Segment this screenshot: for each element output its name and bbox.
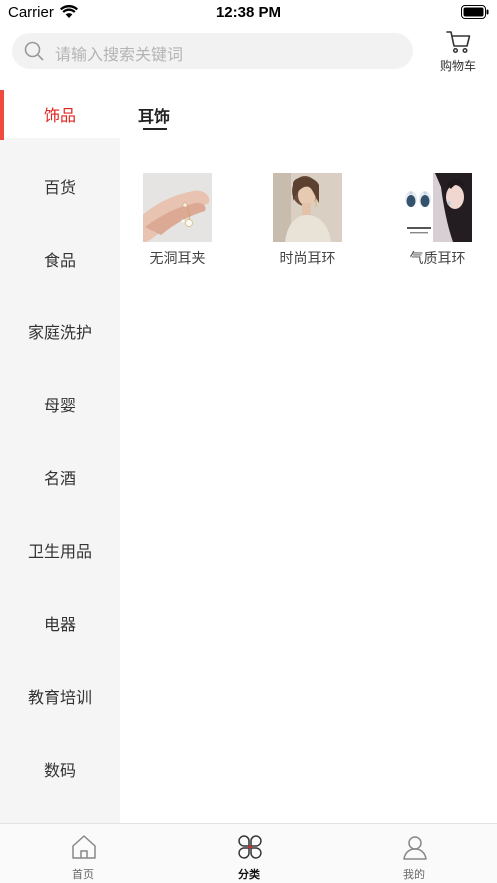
subcategory-tab[interactable]: 耳饰 <box>138 103 170 127</box>
sidebar-item-label: 百货 <box>43 178 76 197</box>
search-icon <box>24 41 44 61</box>
sidebar-item-home-care[interactable]: 家庭洗护 <box>0 295 120 367</box>
cart-label: 购物车 <box>439 59 476 73</box>
sidebar-item-appliances[interactable]: 电器 <box>0 587 120 659</box>
product-image <box>143 173 212 242</box>
product-image <box>273 173 342 242</box>
sidebar-item-liquor[interactable]: 名酒 <box>0 441 120 513</box>
tab-home[interactable]: 首页 <box>0 824 166 883</box>
product-item[interactable]: 时尚耳环 <box>251 173 361 273</box>
tab-category[interactable]: 分类 <box>166 824 332 883</box>
sidebar-item-label: 饰品 <box>43 106 76 125</box>
sidebar-item-general-goods[interactable]: 百货 <box>0 150 120 222</box>
battery-icon <box>461 5 489 19</box>
clock-time: 12:38 PM <box>215 4 282 21</box>
search-placeholder: 请输入搜索关键词 <box>55 45 184 64</box>
subcategory-underline <box>143 128 167 130</box>
profile-icon <box>403 836 427 860</box>
sidebar-item-label: 名酒 <box>43 469 76 488</box>
category-sidebar: 饰品 百货 食品 家庭洗护 母婴 名酒 卫生用品 电器 教育培训 数码 <box>0 90 120 823</box>
status-bar: Carrier 12:38 PM <box>0 0 497 26</box>
active-indicator <box>0 90 4 140</box>
sidebar-item-label: 食品 <box>43 251 76 270</box>
sidebar-item-food[interactable]: 食品 <box>0 223 120 295</box>
product-image <box>403 173 472 242</box>
sidebar-item-label: 数码 <box>43 761 76 780</box>
product-label: 无洞耳夹 <box>149 251 206 267</box>
sidebar-item-label: 卫生用品 <box>27 542 92 561</box>
product-item[interactable]: 气质耳环 <box>381 173 491 273</box>
tab-label: 首页 <box>72 868 94 881</box>
category-icon <box>238 835 262 859</box>
category-content: 耳饰 无洞耳夹 时尚耳环 气质耳环 <box>120 90 497 823</box>
sidebar-item-digital[interactable]: 数码 <box>0 733 120 805</box>
bottom-tab-bar: 首页 分类 我的 <box>0 823 497 883</box>
tab-profile[interactable]: 我的 <box>331 824 497 883</box>
sidebar-item-label: 教育培训 <box>27 688 92 707</box>
sidebar-item-label: 母婴 <box>43 396 76 415</box>
sidebar-item-mother-baby[interactable]: 母婴 <box>0 368 120 440</box>
search-input[interactable]: 请输入搜索关键词 <box>12 33 413 69</box>
cart-icon <box>446 31 471 54</box>
product-label: 时尚耳环 <box>279 251 336 267</box>
product-item[interactable]: 无洞耳夹 <box>121 173 231 273</box>
sidebar-item-jewelry[interactable]: 饰品 <box>0 90 120 140</box>
tab-label: 分类 <box>238 868 260 881</box>
sidebar-item-hygiene[interactable]: 卫生用品 <box>0 514 120 586</box>
tab-label: 我的 <box>403 868 425 881</box>
sidebar-item-label: 电器 <box>43 615 76 634</box>
sidebar-item-label: 家庭洗护 <box>27 323 92 342</box>
cart-button[interactable]: 购物车 <box>432 28 484 76</box>
sidebar-item-education[interactable]: 教育培训 <box>0 660 120 732</box>
product-label: 气质耳环 <box>409 251 466 267</box>
home-icon <box>72 835 96 859</box>
